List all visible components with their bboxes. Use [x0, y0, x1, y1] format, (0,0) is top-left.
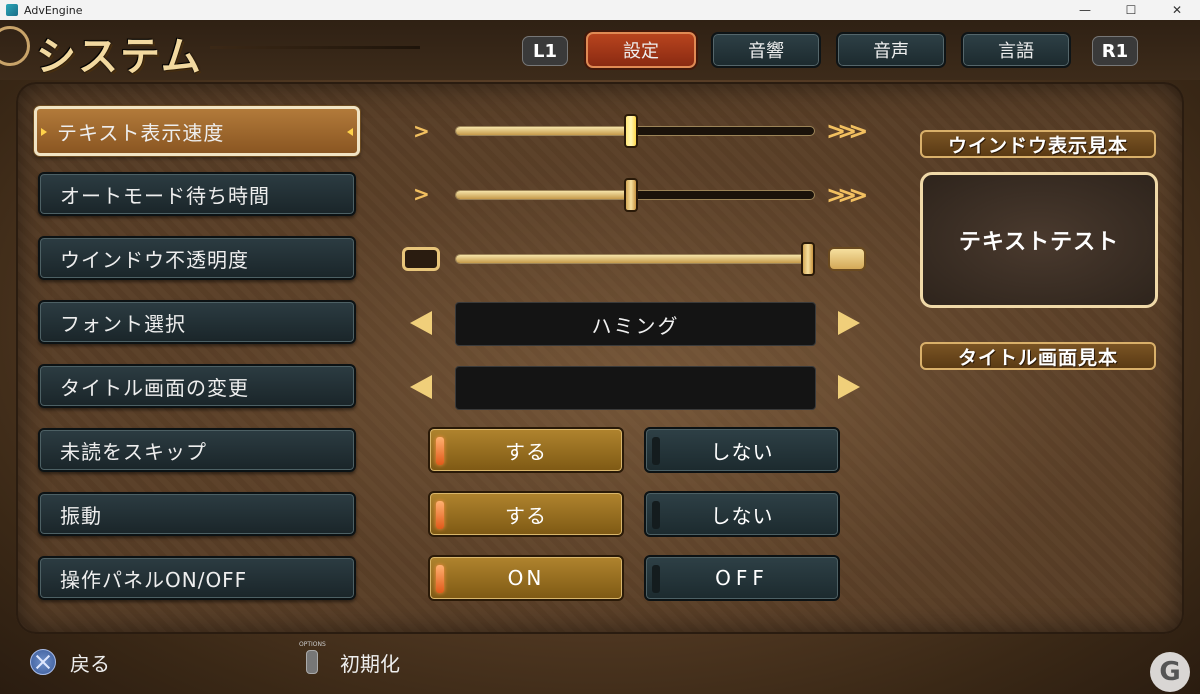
- cross-button-icon: [30, 649, 56, 675]
- on-indicator-icon: [436, 501, 444, 529]
- auto-wait-slider-handle[interactable]: [624, 178, 639, 212]
- slider-fill: [456, 255, 807, 263]
- skip-unread-on-button[interactable]: する: [428, 427, 624, 473]
- slider-fill: [456, 127, 632, 135]
- minimize-button[interactable]: —: [1062, 0, 1108, 20]
- setting-auto-wait[interactable]: オートモード待ち時間: [38, 172, 356, 216]
- setting-vibration[interactable]: 振動: [38, 492, 356, 536]
- setting-text-speed[interactable]: テキスト表示速度: [34, 106, 360, 156]
- selection-right-marker-icon: [347, 128, 353, 136]
- font-next-arrow-icon[interactable]: [838, 311, 860, 335]
- setting-label: 振動: [60, 503, 102, 528]
- window-title: AdvEngine: [24, 3, 83, 17]
- back-label: 戻る: [70, 651, 110, 676]
- setting-label: オートモード待ち時間: [60, 183, 270, 208]
- transparent-window-icon: [402, 247, 440, 271]
- window-opacity-slider-handle[interactable]: [800, 242, 815, 276]
- font-prev-arrow-icon[interactable]: [410, 311, 432, 335]
- opaque-window-icon: [828, 247, 866, 271]
- vibration-off-button[interactable]: しない: [644, 491, 840, 537]
- setting-label: 操作パネルON/OFF: [60, 567, 248, 592]
- setting-font[interactable]: フォント選択: [38, 300, 356, 344]
- tab-voice[interactable]: 音声: [836, 32, 946, 68]
- tab-sound[interactable]: 音響: [711, 32, 821, 68]
- toggle-label: する: [505, 503, 547, 528]
- title-sample-heading: タイトル画面見本: [920, 342, 1156, 370]
- font-selector[interactable]: ハミング: [455, 302, 816, 346]
- setting-label: タイトル画面の変更: [60, 375, 249, 400]
- window-controls: — ☐ ✕: [1062, 0, 1200, 20]
- setting-label: テキスト表示速度: [57, 120, 225, 145]
- game-screen: システム L1 設定 音響 音声 言語 R1 テキスト表示速度 > >>> オー…: [0, 20, 1200, 694]
- setting-label: フォント選択: [60, 311, 186, 336]
- setting-window-opacity[interactable]: ウインドウ不透明度: [38, 236, 356, 280]
- options-button-icon: OPTIONS: [299, 641, 326, 674]
- reset-label: 初期化: [340, 651, 400, 676]
- toggle-label: ON: [507, 566, 545, 590]
- control-panel-on-button[interactable]: ON: [428, 555, 624, 601]
- r1-shoulder-button[interactable]: R1: [1092, 36, 1138, 66]
- options-small-label: OPTIONS: [299, 641, 326, 648]
- off-indicator-icon: [652, 437, 660, 465]
- window-titlebar: AdvEngine — ☐ ✕: [0, 0, 1200, 20]
- toggle-label: しない: [710, 439, 774, 464]
- slow-arrow-icon: >: [413, 182, 430, 206]
- app-icon: [6, 4, 18, 16]
- toggle-label: する: [505, 439, 547, 464]
- reset-hint[interactable]: OPTIONS 初期化: [299, 640, 400, 684]
- fast-arrows-icon: >>>: [826, 181, 868, 209]
- l1-shoulder-button[interactable]: L1: [522, 36, 568, 66]
- off-indicator-icon: [652, 501, 660, 529]
- window-sample-heading: ウインドウ表示見本: [920, 130, 1156, 158]
- setting-label: 未読をスキップ: [60, 439, 207, 464]
- setting-label: ウインドウ不透明度: [60, 247, 249, 272]
- title-underline: [210, 46, 420, 49]
- tab-settings[interactable]: 設定: [586, 32, 696, 68]
- back-hint[interactable]: 戻る: [30, 640, 110, 684]
- selection-left-marker-icon: [41, 128, 47, 136]
- slow-arrow-icon: >: [413, 119, 430, 143]
- setting-control-panel[interactable]: 操作パネルON/OFF: [38, 556, 356, 600]
- close-button[interactable]: ✕: [1154, 0, 1200, 20]
- on-indicator-icon: [436, 437, 444, 465]
- slider-fill: [456, 191, 632, 199]
- title-next-arrow-icon[interactable]: [838, 375, 860, 399]
- off-indicator-icon: [652, 565, 660, 593]
- window-opacity-slider[interactable]: [455, 254, 815, 264]
- fast-arrows-icon: >>>: [826, 117, 868, 145]
- setting-skip-unread[interactable]: 未読をスキップ: [38, 428, 356, 472]
- toggle-label: OFF: [715, 566, 769, 590]
- control-panel-off-button[interactable]: OFF: [644, 555, 840, 601]
- skip-unread-off-button[interactable]: しない: [644, 427, 840, 473]
- title-screen-selector[interactable]: [455, 366, 816, 410]
- tab-language[interactable]: 言語: [961, 32, 1071, 68]
- toggle-label: しない: [710, 503, 774, 528]
- watermark-logo: G: [1150, 652, 1190, 692]
- vibration-on-button[interactable]: する: [428, 491, 624, 537]
- window-sample-box: テキストテスト: [920, 172, 1158, 308]
- on-indicator-icon: [436, 565, 444, 593]
- setting-title-screen[interactable]: タイトル画面の変更: [38, 364, 356, 408]
- text-speed-slider-handle[interactable]: [624, 114, 639, 148]
- title-prev-arrow-icon[interactable]: [410, 375, 432, 399]
- page-title: システム: [36, 34, 203, 80]
- maximize-button[interactable]: ☐: [1108, 0, 1154, 20]
